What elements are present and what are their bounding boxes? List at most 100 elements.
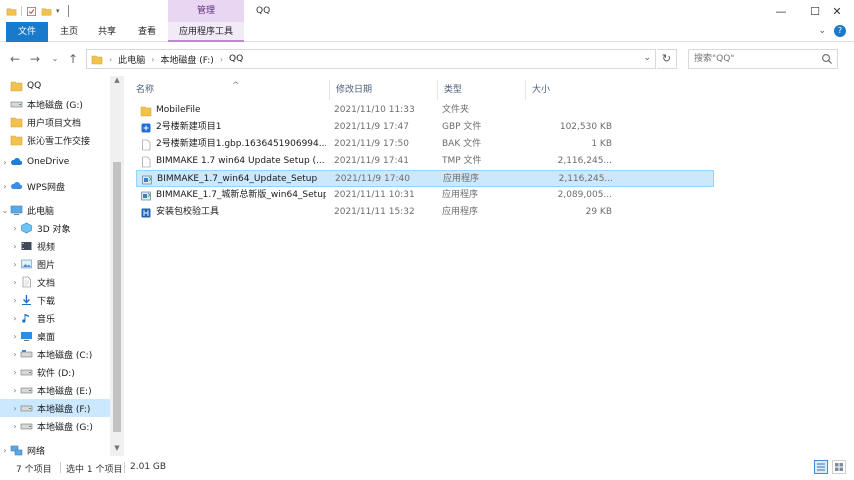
chevron-right-icon[interactable]: › [10,260,20,269]
tab-file[interactable]: 文件 [6,22,48,42]
file-type: 应用程序 [442,207,479,217]
nav-item-drive-f[interactable]: › 本地磁盘 (F:) [0,399,110,417]
tab-application-tools[interactable]: 应用程序工具 [168,22,244,42]
nav-item-drive-c[interactable]: › 本地磁盘 (C:) [0,345,110,363]
chevron-right-icon[interactable]: › [10,278,20,287]
breadcrumb-qq[interactable]: QQ [229,54,243,64]
properties-icon[interactable] [26,6,37,17]
file-row-mobilefile[interactable]: MobileFile 2021/11/10 11:33 文件夹 [136,102,714,119]
ribbon-expand-icon[interactable]: ⌄ [818,26,826,36]
chevron-right-icon: › [219,54,224,64]
file-row-gbp-bak[interactable]: 2号楼新建项目1.gbp.1636451906994... 2021/11/9 … [136,136,714,153]
file-row-bimmake-update-setup[interactable]: BIMMAKE_1.7_win64_Update_Setup 2021/11/9… [136,170,714,187]
column-header-size[interactable]: 大小 [526,80,616,100]
nav-item-music[interactable]: › 音乐 [0,309,110,327]
chevron-right-icon[interactable]: › [10,242,20,251]
chevron-right-icon[interactable]: › [10,404,20,413]
chevron-right-icon[interactable]: › [10,368,20,377]
nav-scrollbar[interactable]: ▲ ▼ [110,76,124,456]
file-size: 2,116,245... [558,174,613,184]
nav-item-videos[interactable]: › 视频 [0,237,110,255]
breadcrumb-this-pc[interactable]: 此电脑 [118,53,145,66]
nav-item-drive-d[interactable]: › 软件 (D:) [0,363,110,381]
nav-item-downloads[interactable]: › 下载 [0,291,110,309]
customize-toolbar-icon[interactable]: ▾ [56,7,60,15]
nav-item-drive-g[interactable]: 本地磁盘 (G:) [0,95,110,113]
file-name: 2号楼新建项目1 [156,122,222,132]
chevron-right-icon[interactable]: › [0,158,10,167]
tab-view[interactable]: 查看 [130,22,164,42]
chevron-right-icon[interactable]: › [0,182,10,191]
minimize-button[interactable]: — [764,0,798,22]
nav-item-label: 本地磁盘 (E:) [37,386,92,397]
file-row-bimmake-tmp[interactable]: BIMMAKE 1.7 win64 Update Setup (... 2021… [136,153,714,170]
tab-home[interactable]: 主页 [52,22,86,42]
nav-item-documents[interactable]: › 文档 [0,273,110,291]
new-folder-icon[interactable] [41,6,52,17]
address-bar[interactable]: › 此电脑 › 本地磁盘 (F:) › QQ ⌄ [86,49,656,69]
nav-item-label: 本地磁盘 (G:) [37,422,93,433]
help-icon[interactable]: ? [834,25,846,37]
chevron-right-icon[interactable]: › [10,332,20,341]
installer-icon [141,191,151,200]
chevron-right-icon[interactable]: › [10,224,20,233]
chevron-right-icon[interactable]: › [10,296,20,305]
blank-file-icon [142,156,151,167]
search-box[interactable] [688,49,838,69]
network-icon [10,445,23,456]
search-input[interactable] [689,50,813,68]
file-type: TMP 文件 [442,156,482,166]
nav-item-pictures[interactable]: › 图片 [0,255,110,273]
nav-item-handover-folder[interactable]: 张沁雪工作交接 [0,131,110,149]
forward-arrow-icon[interactable]: → [28,52,42,66]
file-size: 2,089,005... [557,190,612,200]
nav-item-label: WPS网盘 [27,182,66,193]
video-icon [21,242,32,250]
nav-item-onedrive[interactable]: › OneDrive [0,153,110,171]
tab-share[interactable]: 共享 [90,22,124,42]
scrollbar-thumb[interactable] [113,162,121,432]
nav-item-drive-e[interactable]: › 本地磁盘 (E:) [0,381,110,399]
file-name: MobileFile [156,105,201,115]
nav-item-qq[interactable]: QQ [0,77,110,95]
details-view-icon [817,463,825,471]
nav-item-user-project-docs[interactable]: 用户项目文档 [0,113,110,131]
folder-icon[interactable] [6,6,17,17]
close-button[interactable]: ✕ [820,0,854,22]
chevron-right-icon[interactable]: › [10,386,20,395]
chevron-right-icon[interactable]: › [10,350,20,359]
music-icon [22,314,29,323]
status-selected-size: 2.01 GB [130,462,167,472]
chevron-right-icon[interactable]: › [10,422,20,431]
details-view-button[interactable] [814,460,828,474]
chevron-down-icon[interactable]: ⌄ [643,53,651,63]
column-header-name[interactable]: 名称 ^ [130,80,330,100]
recent-locations-icon[interactable]: ⌄ [48,52,62,66]
chevron-right-icon: › [109,54,113,64]
chevron-right-icon[interactable]: › [0,446,10,455]
file-date: 2021/11/11 10:31 [334,190,415,200]
file-row-package-check-tool[interactable]: 安装包校验工具 2021/11/11 15:32 应用程序 29 KB [136,204,714,221]
breadcrumb-drive-f[interactable]: 本地磁盘 (F:) [160,53,213,66]
file-row-gbp-project[interactable]: 2号楼新建项目1 2021/11/9 17:47 GBP 文件 102,530 … [136,119,714,136]
search-icon[interactable] [821,53,833,65]
chevron-down-icon[interactable]: ⌄ [0,206,10,215]
nav-item-this-pc[interactable]: ⌄ 此电脑 [0,201,110,219]
file-size: 1 KB [591,139,612,149]
back-arrow-icon[interactable]: ← [8,52,22,66]
column-header-type[interactable]: 类型 [438,80,526,100]
nav-item-3d-objects[interactable]: › 3D 对象 [0,219,110,237]
column-header-date[interactable]: 修改日期 [330,80,438,100]
nav-item-wps-cloud[interactable]: › WPS网盘 [0,177,110,195]
chevron-right-icon[interactable]: › [10,314,20,323]
file-date: 2021/11/11 15:32 [334,207,415,217]
nav-item-desktop[interactable]: › 桌面 [0,327,110,345]
scroll-up-icon[interactable]: ▲ [110,76,124,88]
large-icons-view-button[interactable] [832,460,846,474]
nav-item-drive-g-2[interactable]: › 本地磁盘 (G:) [0,417,110,435]
file-row-bimmake-setup[interactable]: BIMMAKE_1.7_城新总新版_win64_Setup 2021/11/11… [136,187,714,204]
up-arrow-icon[interactable]: ↑ [66,52,80,66]
refresh-icon[interactable]: ↻ [657,49,677,69]
scroll-down-icon[interactable]: ▼ [110,444,124,456]
file-size: 102,530 KB [559,122,612,132]
